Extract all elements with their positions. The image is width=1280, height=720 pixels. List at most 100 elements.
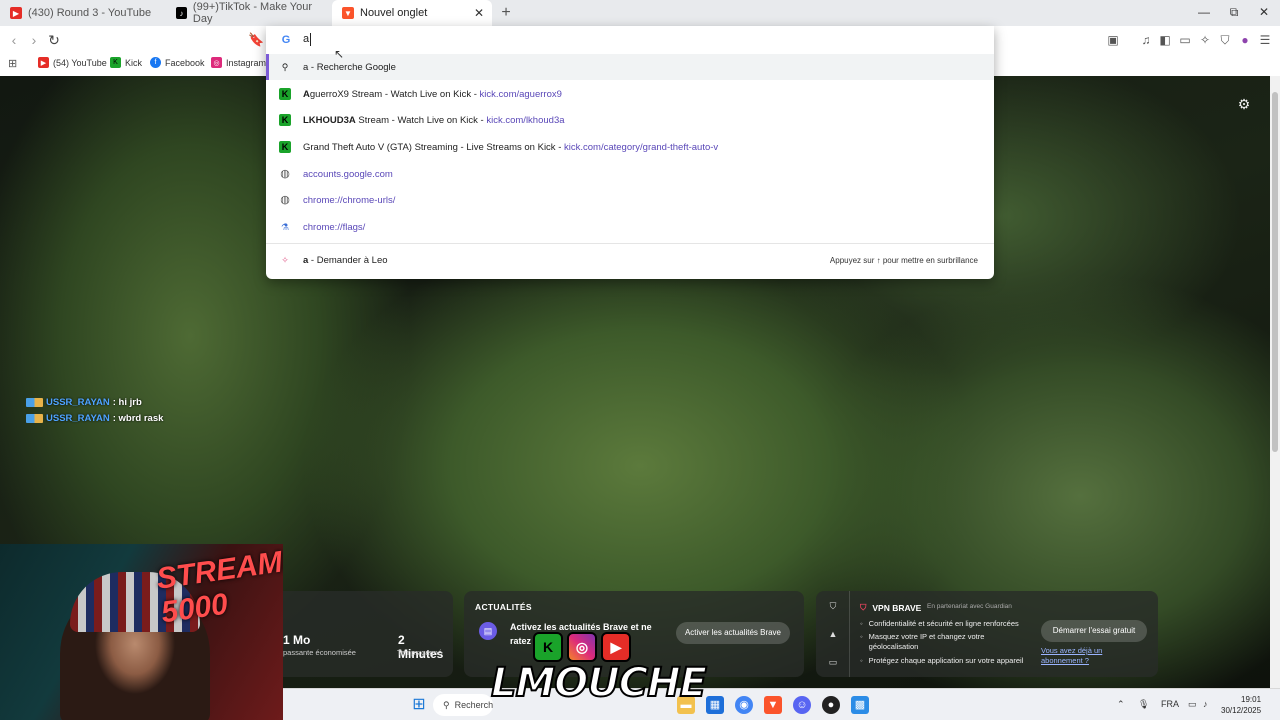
start-trial-button[interactable]: Démarrer l'essai gratuit — [1041, 620, 1147, 642]
widget-title: ACTUALITÉS — [475, 602, 532, 612]
scrollbar-thumb[interactable] — [1272, 92, 1278, 452]
mouse-cursor-icon: ↖ — [334, 47, 345, 61]
close-tab-icon[interactable]: ✕ — [474, 6, 484, 20]
globe-icon: ◍ — [280, 194, 290, 206]
bookmark-icon[interactable]: 🔖 — [248, 32, 264, 48]
chat-username: USSR_RAYAN — [46, 412, 110, 424]
bandwidth-value: 1 Mo — [283, 633, 311, 647]
obs-icon[interactable]: ● — [822, 696, 840, 714]
taskbar-clock[interactable]: 19:01 30/12/2025 — [1221, 694, 1261, 716]
kick-icon: K — [110, 57, 121, 68]
profile-icon[interactable]: ● — [1238, 33, 1252, 47]
shield-icon[interactable]: ⛉ — [826, 601, 840, 612]
streamer-brand-logo: LMOUCHE — [490, 659, 708, 707]
forward-button[interactable]: › — [26, 32, 42, 48]
bookmark-facebook[interactable]: f Facebook — [150, 57, 205, 68]
minimize-button[interactable]: — — [1197, 5, 1211, 19]
suggestion-search[interactable]: ⚲ a - Recherche Google — [266, 54, 994, 80]
maximize-button[interactable]: ⧉ — [1227, 5, 1241, 20]
language-indicator[interactable]: FRA — [1161, 699, 1179, 709]
volume-icon[interactable]: ♪ — [1203, 699, 1208, 709]
stream-chat-overlay: USSR_RAYAN : hi jrb USSR_RAYAN : wbrd ra… — [26, 394, 163, 426]
neon-sign: STREAMING 5000 — [154, 544, 283, 630]
suggestion-item[interactable]: K AguerroX9 Stream - Watch Live on Kick … — [266, 81, 994, 107]
already-subscribed-link[interactable]: Vous avez déjà un abonnement ? — [1041, 646, 1121, 666]
bookmark-kick[interactable]: K Kick — [110, 57, 142, 68]
leo-icon[interactable]: ✧ — [1198, 33, 1212, 47]
settings-gear-icon[interactable]: ⚙ — [1236, 96, 1252, 112]
tiktok-icon: ♪ — [176, 7, 187, 19]
partner-label: En partenariat avec Guardian — [927, 603, 1012, 610]
tab-tiktok[interactable]: ♪ (99+)TikTok - Make Your Day — [166, 0, 332, 26]
kick-icon: K — [279, 88, 291, 100]
microphone-icon[interactable]: ♫ — [1139, 33, 1153, 47]
bookmark-youtube[interactable]: ▶ (54) YouTube — [38, 57, 107, 68]
shield-icon[interactable]: ⛉ — [1218, 33, 1232, 47]
address-bar[interactable]: G a — [266, 26, 994, 54]
windows-taskbar: ⊞ ⚲ Recherche ▬ ▦ ◉ ▼ ☺ ● ▩ ⌃ 🎙 FRA ▭ ♪ … — [283, 688, 1280, 720]
wallet-icon[interactable]: ▭ — [1178, 33, 1192, 47]
suggestion-item[interactable]: K LKHOUD3A Stream - Watch Live on Kick -… — [266, 107, 994, 133]
address-input[interactable]: a — [303, 33, 312, 46]
brave-taskbar-icon[interactable]: ▼ — [764, 696, 782, 714]
tab-title: Nouvel onglet — [360, 7, 428, 19]
flask-icon: ⚗ — [280, 222, 290, 232]
kick-icon: K — [533, 632, 563, 662]
search-icon: ⚲ — [443, 699, 450, 710]
google-icon: G — [281, 34, 291, 46]
store-icon[interactable]: ▦ — [706, 696, 724, 714]
chrome-icon[interactable]: ◉ — [735, 696, 753, 714]
close-window-button[interactable]: ✕ — [1257, 5, 1271, 19]
chat-message: USSR_RAYAN : wbrd rask — [26, 410, 163, 426]
reload-button[interactable]: ↻ — [46, 32, 62, 49]
bookmark-instagram[interactable]: ◎ Instagram — [211, 57, 266, 68]
taskbar-search[interactable]: ⚲ Recherche — [433, 694, 493, 716]
suggestion-leo[interactable]: ✧ a - Demander à Leo Appuyez sur ↑ pour … — [266, 247, 994, 273]
chat-badges-icon — [26, 397, 43, 407]
sidebar-tab-icon[interactable]: ▣ — [1106, 33, 1120, 47]
app-icon[interactable]: ▩ — [851, 696, 869, 714]
bookmark-label: Facebook — [165, 57, 205, 68]
suggestion-item[interactable]: ⚗ chrome://flags/ — [266, 214, 994, 240]
tray-chevron-icon[interactable]: ⌃ — [1117, 699, 1125, 710]
chat-badges-icon — [26, 413, 43, 423]
clock-date: 30/12/2025 — [1221, 706, 1262, 715]
bookmark-label: (54) YouTube — [53, 57, 107, 68]
youtube-icon: ▶ — [601, 632, 631, 662]
globe-icon: ◍ — [280, 168, 290, 180]
menu-icon[interactable]: ☰ — [1258, 33, 1272, 47]
bookmark-label: Kick — [125, 57, 143, 68]
suggestion-item[interactable]: ◍ chrome://chrome-urls/ — [266, 187, 994, 213]
suggestion-item[interactable]: ◍ accounts.google.com — [266, 161, 994, 187]
network-icon[interactable]: ▭ — [1188, 699, 1197, 710]
new-tab-button[interactable]: + — [498, 4, 514, 22]
suggestion-item[interactable]: K Grand Theft Auto V (GTA) Streaming - L… — [266, 134, 994, 160]
youtube-icon: ▶ — [38, 57, 49, 68]
highlight-hint: Appuyez sur ↑ pour mettre en surbrillanc… — [829, 255, 978, 265]
microphone-tray-icon[interactable]: 🎙 — [1138, 699, 1149, 710]
brave-icon: ▼ — [342, 7, 354, 19]
youtube-icon: ▶ — [10, 7, 22, 19]
chat-username: USSR_RAYAN — [46, 396, 110, 408]
sidebar-icon[interactable]: ◧ — [1158, 33, 1172, 47]
card-icon[interactable]: ▭ — [826, 657, 840, 668]
tab-youtube[interactable]: ▶ (430) Round 3 - YouTube — [0, 0, 166, 26]
vpn-icon[interactable]: ▲ — [826, 629, 840, 639]
tab-strip: ▶ (430) Round 3 - YouTube ♪ (99+)TikTok … — [0, 0, 1280, 26]
activate-news-button[interactable]: Activer les actualités Brave — [676, 622, 790, 644]
facebook-icon: f — [150, 57, 161, 68]
divider — [266, 243, 994, 244]
windows-start-icon[interactable]: ⊞ — [410, 696, 428, 714]
page-scrollbar[interactable] — [1270, 76, 1280, 688]
widget-title: ⛉ VPN BRAVE — [860, 602, 922, 613]
suggestion-text: Grand Theft Auto V (GTA) Streaming - Liv… — [303, 141, 719, 153]
suggestion-text: chrome://chrome-urls/ — [303, 194, 396, 206]
discord-icon[interactable]: ☺ — [793, 696, 811, 714]
tab-new-tab[interactable]: ▼ Nouvel onglet ✕ — [332, 0, 492, 26]
suggestion-text: chrome://flags/ — [303, 221, 366, 233]
apps-grid-icon[interactable]: ⊞ — [8, 58, 20, 70]
instagram-icon: ◎ — [567, 632, 597, 662]
back-button[interactable]: ‹ — [6, 32, 22, 48]
chat-text: : wbrd rask — [112, 412, 164, 424]
kick-icon: K — [279, 114, 291, 126]
